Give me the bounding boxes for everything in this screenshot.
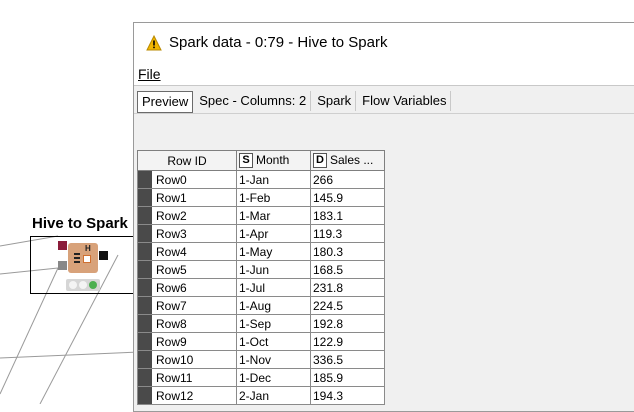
month-cell[interactable]: 1-Apr [236,224,311,243]
tab-flow-variables[interactable]: Flow Variables [358,91,452,111]
month-cell[interactable]: 1-Jul [236,278,311,297]
month-cell[interactable]: 1-Nov [236,350,311,369]
month-cell[interactable]: 1-Mar [236,206,311,225]
status-light-green [89,281,97,289]
tab-spark[interactable]: Spark [313,91,357,111]
node-title[interactable]: Hive to Spark [32,215,128,232]
row-id-cell[interactable]: Row9 [137,332,237,351]
table-row[interactable]: Row0 1-Jan 266 [137,170,385,189]
status-light-red [69,281,77,289]
row-id-cell[interactable]: Row3 [137,224,237,243]
sales-cell[interactable]: 231.8 [310,278,385,297]
input-port-spark[interactable] [58,241,67,250]
table-row[interactable]: Row8 1-Sep 192.8 [137,314,385,333]
table-row[interactable]: Row11 1-Dec 185.9 [137,368,385,387]
window-title: Spark data - 0:79 - Hive to Spark [169,34,388,51]
sales-cell[interactable]: 336.5 [310,350,385,369]
sales-cell[interactable]: 266 [310,170,385,189]
column-header-rowid[interactable]: Row ID [137,150,237,171]
row-id-cell[interactable]: Row5 [137,260,237,279]
spark-icon [83,255,91,263]
column-header-month[interactable]: S Month [236,150,311,171]
month-cell[interactable]: 2-Jan [236,386,311,405]
string-type-icon: S [239,153,253,169]
row-id-cell[interactable]: Row1 [137,188,237,207]
window-titlebar[interactable]: Spark data - 0:79 - Hive to Spark [134,23,634,63]
row-id-cell[interactable]: Row8 [137,314,237,333]
table-row[interactable]: Row1 1-Feb 145.9 [137,188,385,207]
column-header-label: Sales ... [330,152,374,167]
node-status-lights [66,279,100,291]
tab-preview[interactable]: Preview [137,91,194,113]
output-port[interactable] [99,251,108,260]
spark-data-window: Spark data - 0:79 - Hive to Spark File P… [133,22,634,412]
table-row[interactable]: Row3 1-Apr 119.3 [137,224,385,243]
row-id-cell[interactable]: Row2 [137,206,237,225]
status-light-yellow [79,281,87,289]
double-type-icon: D [313,153,327,169]
sales-cell[interactable]: 119.3 [310,224,385,243]
table-row[interactable]: Row9 1-Oct 122.9 [137,332,385,351]
tab-bar: Preview Spec - Columns: 2 Spark Flow Var… [137,91,453,113]
sales-cell[interactable]: 224.5 [310,296,385,315]
sales-cell[interactable]: 194.3 [310,386,385,405]
month-cell[interactable]: 1-Jun [236,260,311,279]
month-cell[interactable]: 1-Aug [236,296,311,315]
table-row[interactable]: Row2 1-Mar 183.1 [137,206,385,225]
column-header-sales[interactable]: D Sales ... [310,150,385,171]
row-id-cell[interactable]: Row4 [137,242,237,261]
month-cell[interactable]: 1-Feb [236,188,311,207]
row-id-cell[interactable]: Row11 [137,368,237,387]
month-cell[interactable]: 1-Sep [236,314,311,333]
warning-icon [146,35,162,51]
table-row[interactable]: Row7 1-Aug 224.5 [137,296,385,315]
connection-line [0,351,141,359]
sales-cell[interactable]: 122.9 [310,332,385,351]
month-cell[interactable]: 1-Dec [236,368,311,387]
table-row[interactable]: Row10 1-Nov 336.5 [137,350,385,369]
node-icon-letter: H [85,244,91,253]
row-id-cell[interactable]: Row12 [137,386,237,405]
table-body: Row0 1-Jan 266 Row1 1-Feb 145.9 Row2 1-Mar 183.1… [137,170,385,405]
row-id-cell[interactable]: Row7 [137,296,237,315]
row-id-cell[interactable]: Row0 [137,170,237,189]
month-cell[interactable]: 1-Oct [236,332,311,351]
data-table: Row ID S Month D Sales ... Row0 1-Jan 266 Row… [137,150,385,405]
menu-file[interactable]: File [138,66,161,82]
database-icon [74,253,80,265]
table-row[interactable]: Row12 2-Jan 194.3 [137,386,385,405]
table-header-row: Row ID S Month D Sales ... [137,150,385,171]
month-cell[interactable]: 1-Jan [236,170,311,189]
table-row[interactable]: Row6 1-Jul 231.8 [137,278,385,297]
hive-to-spark-node-icon[interactable]: H [68,243,98,273]
menu-bar: File [134,63,634,86]
sales-cell[interactable]: 180.3 [310,242,385,261]
sales-cell[interactable]: 168.5 [310,260,385,279]
input-port-db[interactable] [58,261,67,270]
row-id-cell[interactable]: Row10 [137,350,237,369]
table-row[interactable]: Row4 1-May 180.3 [137,242,385,261]
sales-cell[interactable]: 192.8 [310,314,385,333]
row-id-cell[interactable]: Row6 [137,278,237,297]
sales-cell[interactable]: 185.9 [310,368,385,387]
table-row[interactable]: Row5 1-Jun 168.5 [137,260,385,279]
sales-cell[interactable]: 145.9 [310,188,385,207]
tab-spec-columns[interactable]: Spec - Columns: 2 [195,91,312,111]
sales-cell[interactable]: 183.1 [310,206,385,225]
column-header-label: Month [256,152,290,167]
preview-toolbar-area [134,113,634,148]
month-cell[interactable]: 1-May [236,242,311,261]
